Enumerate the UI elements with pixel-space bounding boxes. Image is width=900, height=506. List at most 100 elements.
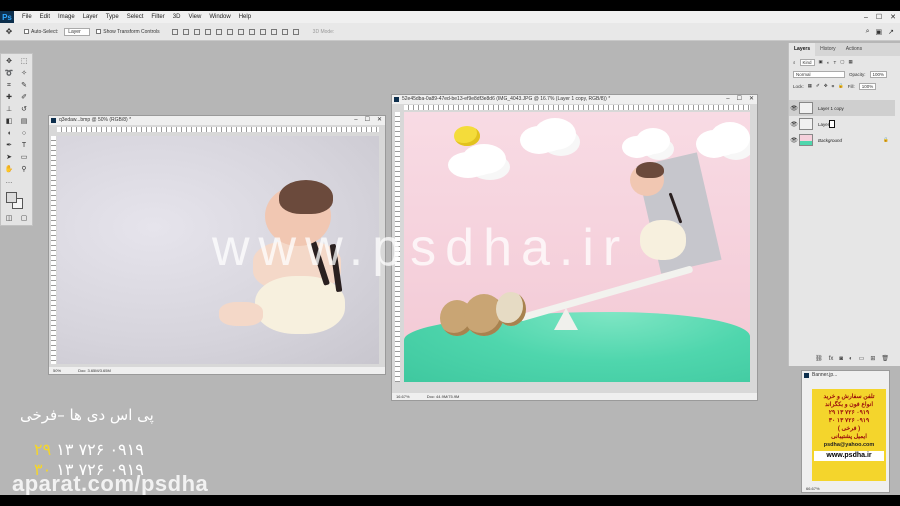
zoom-level[interactable]: 50% [53,368,61,373]
canvas-composite-photo[interactable] [404,112,750,382]
eyedropper-icon[interactable]: ✎ [19,81,29,91]
eye-icon[interactable]: 👁 [789,105,799,112]
distribute-right-icon[interactable] [292,28,299,35]
dodge-tool-icon[interactable]: ○ [19,129,29,139]
menu-layer[interactable]: Layer [79,14,102,20]
move-tool-icon[interactable]: ✥ [0,27,18,36]
link-layers-icon[interactable]: ⛓ [815,355,823,362]
screen-mode-icon[interactable]: ▢ [19,214,29,224]
fill-input[interactable]: 100% [858,82,877,90]
opacity-input[interactable]: 100% [869,70,888,78]
adjustment-layer-icon[interactable]: ◐ [849,356,853,362]
eye-icon[interactable]: 👁 [789,121,799,128]
canvas-baby-photo[interactable] [57,136,379,364]
tab-actions[interactable]: Actions [841,43,867,56]
marquee-tool-icon[interactable]: ⬚ [19,57,29,67]
share-icon[interactable]: ↗ [888,28,894,36]
menu-edit[interactable]: Edit [36,14,54,20]
move-tool-icon[interactable]: ✥ [4,57,14,67]
distribute-top-icon[interactable] [237,28,244,35]
kind-filter-dropdown[interactable]: Kind [799,58,815,66]
maximize-button[interactable]: ☐ [876,13,882,21]
trash-icon[interactable]: 🗑 [881,355,889,362]
close-button[interactable]: ✕ [890,13,896,21]
doc-close-button[interactable]: ✕ [377,116,382,125]
doc-maximize-button[interactable]: ☐ [737,95,742,104]
path-select-icon[interactable]: ➤ [4,153,14,163]
foreground-color-swatch[interactable] [6,192,17,203]
document-window-baby[interactable]: q3edaw...bmp @ 50% (RGB/8) * – ☐ ✕ 50% D… [48,115,386,375]
pen-tool-icon[interactable]: ✒ [4,141,14,151]
magic-wand-icon[interactable]: ✧ [19,69,29,79]
menu-3d[interactable]: 3D [169,14,185,20]
document-window-banner[interactable]: Banner.jp... تلفن سفارش و خرید انواع فون… [801,370,890,493]
transform-controls-checkbox[interactable] [96,29,102,34]
zoom-tool-icon[interactable]: ⚲ [19,165,29,175]
filter-type-icon[interactable]: T [834,60,837,65]
shape-tool-icon[interactable]: ▭ [19,153,29,163]
doc-maximize-button[interactable]: ☐ [365,116,370,125]
lock-brush-icon[interactable]: ✐ [816,83,820,89]
align-vcenter-icon[interactable] [182,28,189,35]
stamp-tool-icon[interactable]: ⊥ [4,105,14,115]
layer-row[interactable]: 👁 Background 🔒 [789,132,895,148]
document-tab-title[interactable]: q3edaw...bmp @ 50% (RGB/8) * – ☐ ✕ [49,116,385,125]
blend-mode-dropdown[interactable]: Normal [793,70,845,78]
lock-all-icon[interactable]: 🔒 [838,83,844,89]
lock-artboard-icon[interactable]: ⌗ [832,84,835,89]
minimize-button[interactable]: – [864,14,868,21]
filter-shape-icon[interactable]: ▢ [840,59,844,65]
zoom-level[interactable]: 66.67% [806,486,820,491]
tab-layers[interactable]: Layers [789,43,816,56]
crop-tool-icon[interactable]: ⌗ [4,81,14,91]
blur-tool-icon[interactable]: ◖ [4,129,14,139]
hand-tool-icon[interactable]: ✋ [4,165,14,175]
doc-minimize-button[interactable]: – [726,95,729,104]
new-layer-icon[interactable]: ⊞ [870,355,875,362]
align-top-icon[interactable] [171,28,178,35]
distribute-vcenter-icon[interactable] [248,28,255,35]
zoom-level[interactable]: 16.67% [396,394,410,399]
document-tab-title[interactable]: 52e45dba-0a89-47ed-be13-ef9e8df3e8d6 (IM… [392,95,757,104]
history-brush-icon[interactable]: ↺ [19,105,29,115]
lasso-tool-icon[interactable]: ➰ [4,69,14,79]
type-tool-icon[interactable]: T [19,141,29,151]
brush-tool-icon[interactable]: ✐ [19,93,29,103]
eraser-tool-icon[interactable]: ◧ [4,117,14,127]
menu-file[interactable]: File [18,14,36,20]
workspace-icon[interactable]: ▣ [876,28,883,36]
new-group-icon[interactable]: ▭ [859,355,865,362]
auto-select-dropdown[interactable]: Layer [64,27,91,36]
healing-brush-icon[interactable]: ✚ [4,93,14,103]
align-left-icon[interactable] [204,28,211,35]
lock-move-icon[interactable]: ✥ [824,83,828,89]
fx-icon[interactable]: fx [829,356,834,362]
more-tools-icon[interactable]: … [4,177,14,187]
doc-minimize-button[interactable]: – [354,116,357,125]
search-icon[interactable]: ⌕ [866,28,870,36]
align-hcenter-icon[interactable] [215,28,222,35]
menu-help[interactable]: Help [235,14,255,20]
layer-row[interactable]: 👁 Layer 1 [789,116,895,132]
distribute-hcenter-icon[interactable] [281,28,288,35]
filter-smart-icon[interactable]: ▦ [849,59,853,65]
menu-type[interactable]: Type [102,14,123,20]
menu-filter[interactable]: Filter [147,14,168,20]
menu-window[interactable]: Window [205,14,234,20]
menu-select[interactable]: Select [123,14,148,20]
gradient-tool-icon[interactable]: ▤ [19,117,29,127]
doc-close-button[interactable]: ✕ [749,95,754,104]
auto-select-checkbox[interactable] [24,29,29,34]
document-window-composite[interactable]: 52e45dba-0a89-47ed-be13-ef9e8df3e8d6 (IM… [391,94,758,401]
align-right-icon[interactable] [226,28,233,35]
layer-row[interactable]: 👁 Layer 1 copy [789,100,895,116]
lock-transparent-icon[interactable]: ▦ [808,83,812,89]
eye-icon[interactable]: 👁 [789,137,799,144]
add-mask-icon[interactable]: ◙ [839,356,843,362]
align-bottom-icon[interactable] [193,28,200,35]
filter-adjust-icon[interactable]: ◐ [827,60,830,65]
quick-mask-icon[interactable]: ◫ [4,214,14,224]
menu-view[interactable]: View [184,14,205,20]
filter-pixel-icon[interactable]: ▣ [819,59,823,65]
distribute-left-icon[interactable] [270,28,277,35]
